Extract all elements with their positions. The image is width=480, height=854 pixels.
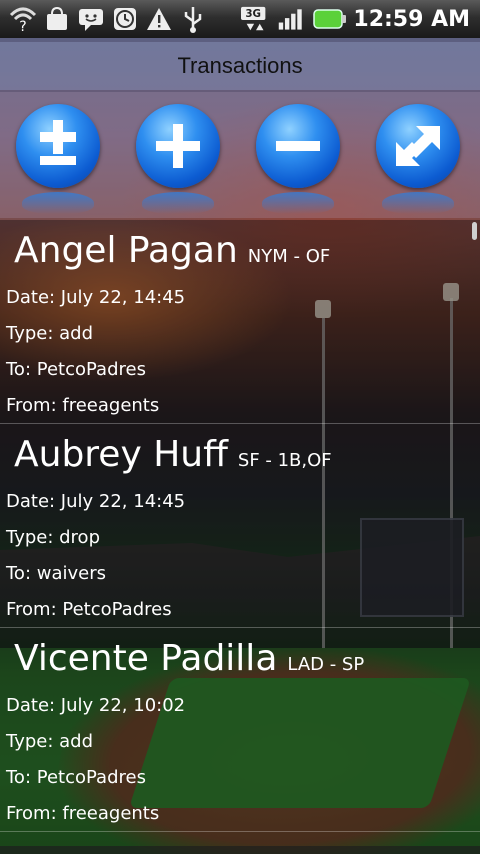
transaction-from: From: freeagents — [6, 803, 160, 824]
plus-minus-button[interactable] — [16, 104, 100, 214]
button-reflection — [22, 192, 94, 214]
player-line: Aubrey Huff SF - 1B,OF — [6, 424, 480, 484]
bottom-edge — [0, 846, 480, 854]
title-bar: Transactions — [0, 42, 480, 90]
player-name: Vicente Padilla — [14, 638, 278, 679]
swap-arrows-icon — [396, 126, 440, 166]
player-line: Vicente Padilla LAD - SP — [6, 628, 480, 688]
clock-icon — [110, 4, 140, 34]
add-button[interactable] — [136, 104, 220, 214]
player-team-position: LAD - SP — [287, 654, 365, 675]
list-item[interactable]: Vicente Padilla LAD - SP Date: July 22, … — [0, 628, 480, 832]
transaction-date: Date: July 22, 14:45 — [6, 491, 186, 512]
list-item[interactable]: Angel Pagan NYM - OF Date: July 22, 14:4… — [0, 220, 480, 424]
player-name: Angel Pagan — [14, 230, 238, 271]
button-reflection — [382, 192, 454, 214]
player-team-position: SF - 1B,OF — [237, 450, 332, 471]
transaction-date: Date: July 22, 14:45 — [6, 287, 186, 308]
network-label: 3G — [246, 8, 262, 20]
transactions-list[interactable]: Angel Pagan NYM - OF Date: July 22, 14:4… — [0, 220, 480, 854]
player-team-position: NYM - OF — [247, 246, 331, 267]
wifi-question-icon: ? — [8, 4, 38, 34]
3g-icon: 3G — [241, 4, 271, 34]
status-bar: ? 3G 12:59 AM — [0, 0, 480, 38]
transaction-from: From: freeagents — [6, 395, 160, 416]
status-time: 12:59 AM — [353, 6, 470, 32]
signal-icon — [277, 4, 307, 34]
player-name: Aubrey Huff — [14, 434, 228, 475]
plus-icon — [156, 124, 200, 168]
transaction-to: To: waivers — [6, 563, 106, 584]
transaction-type: Type: add — [6, 323, 94, 344]
transaction-date: Date: July 22, 10:02 — [6, 695, 186, 716]
battery-icon — [313, 4, 347, 34]
player-line: Angel Pagan NYM - OF — [6, 220, 480, 280]
bag-icon — [42, 4, 72, 34]
usb-icon — [178, 4, 208, 34]
transaction-to: To: PetcoPadres — [6, 767, 146, 788]
trade-button[interactable] — [376, 104, 460, 214]
transaction-type: Type: add — [6, 731, 94, 752]
transaction-from: From: PetcoPadres — [6, 599, 172, 620]
plus-minus-icon — [40, 120, 76, 165]
messaging-icon — [76, 4, 106, 34]
button-reflection — [262, 192, 334, 214]
transaction-to: To: PetcoPadres — [6, 359, 146, 380]
button-reflection — [142, 192, 214, 214]
scrollbar-thumb[interactable] — [472, 222, 477, 240]
warning-icon — [144, 4, 174, 34]
minus-icon — [276, 141, 320, 151]
svg-text:?: ? — [19, 19, 26, 33]
drop-button[interactable] — [256, 104, 340, 214]
toolbar — [0, 92, 480, 218]
transaction-type: Type: drop — [6, 527, 100, 548]
list-item[interactable]: Aubrey Huff SF - 1B,OF Date: July 22, 14… — [0, 424, 480, 628]
page-title: Transactions — [177, 53, 303, 78]
